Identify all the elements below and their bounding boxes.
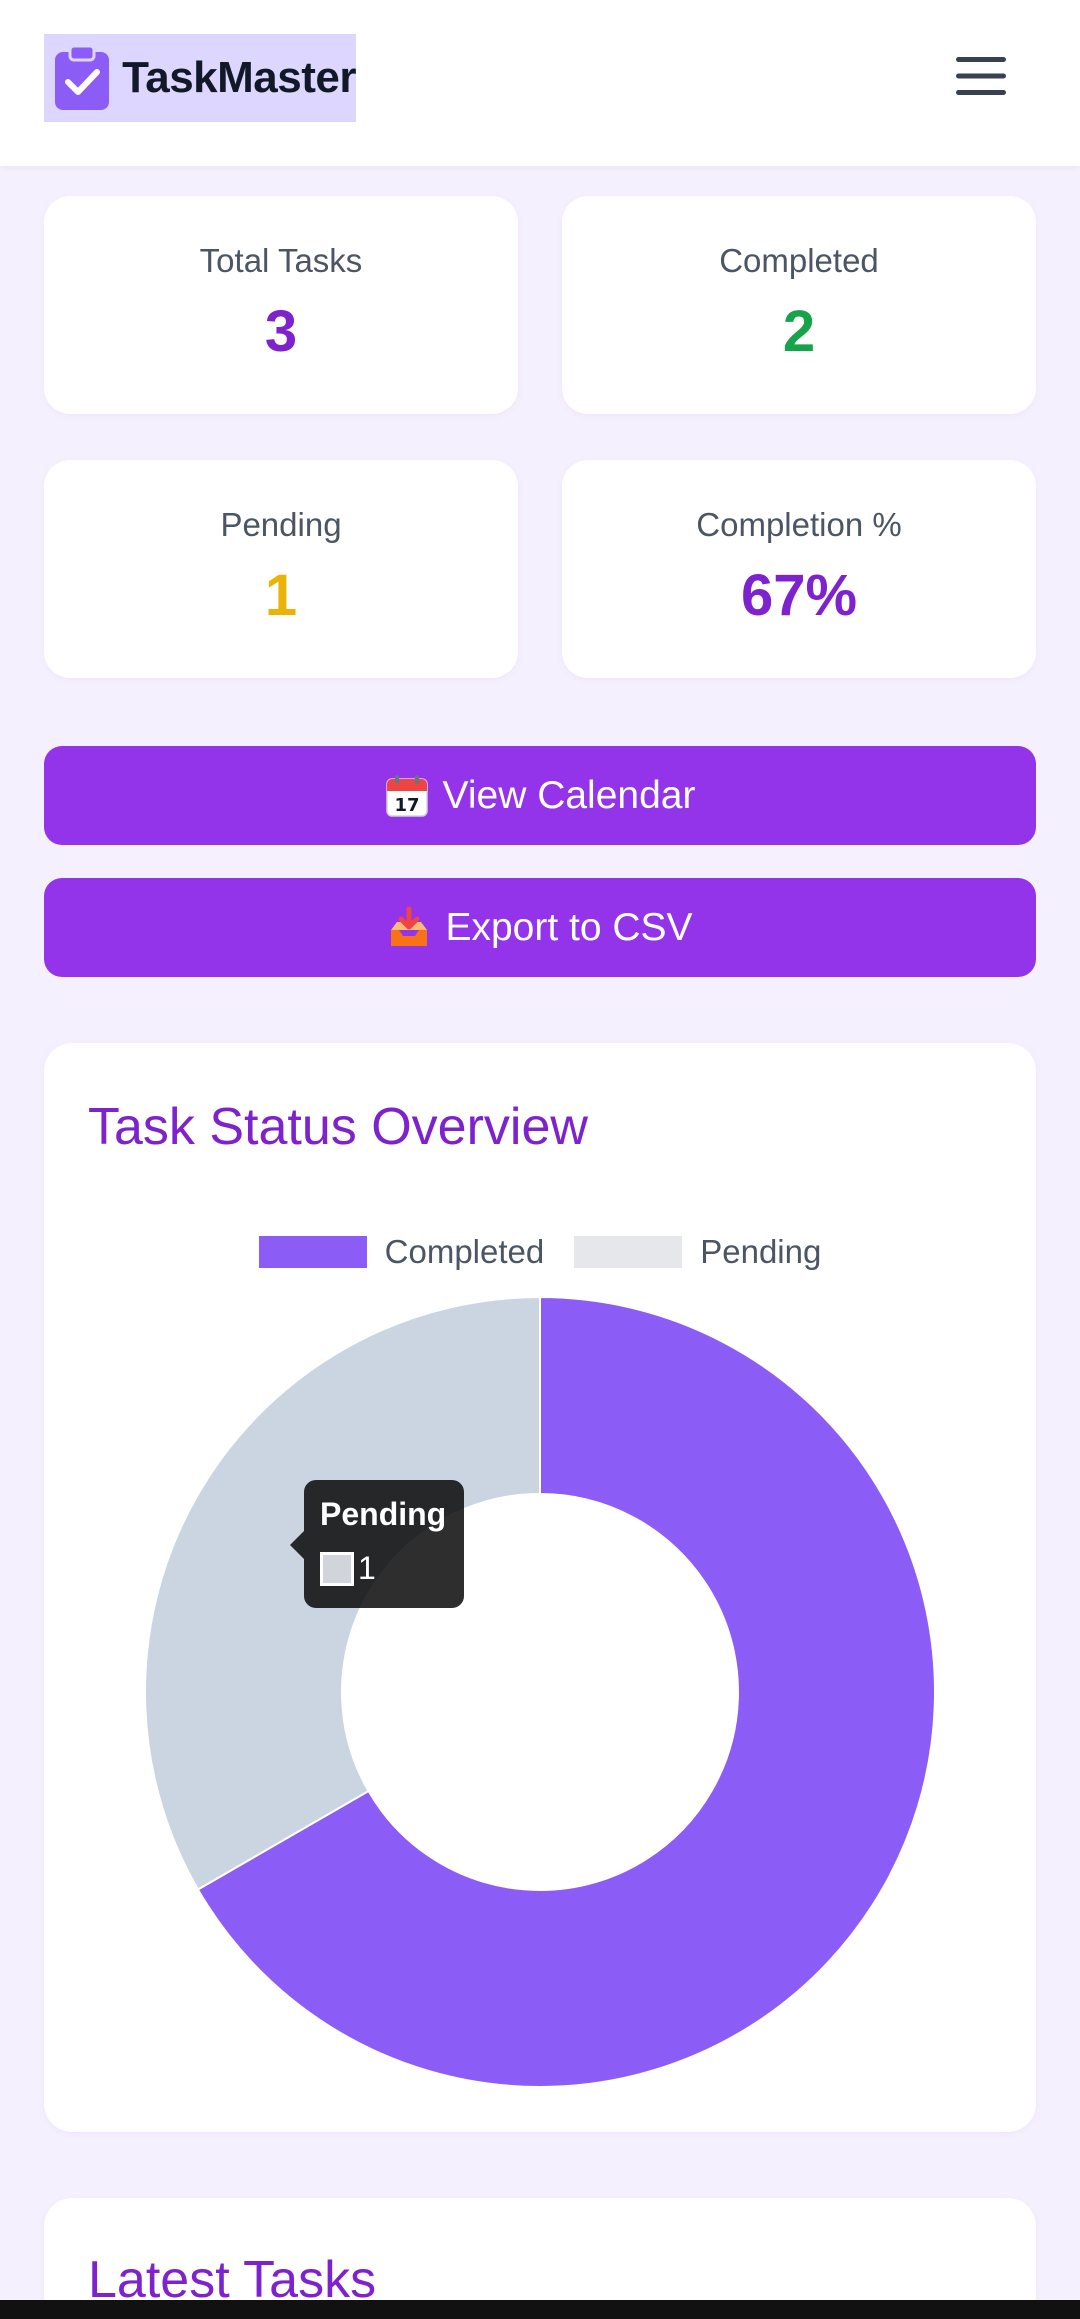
calendar-icon: 17 (385, 774, 429, 818)
chart-legend: Completed Pending (44, 1233, 1036, 1271)
system-navigation-bar (0, 2300, 1080, 2319)
view-calendar-label: View Calendar (442, 773, 696, 817)
clipboard-check-icon (52, 43, 112, 113)
stat-card-total: Total Tasks 3 (44, 196, 518, 414)
task-status-donut-chart (144, 1295, 936, 2088)
app-name: TaskMaster (122, 53, 356, 102)
stat-label: Completion % (696, 506, 902, 543)
legend-label: Completed (384, 1233, 545, 1270)
stat-label: Pending (220, 506, 342, 543)
legend-item-pending[interactable]: Pending (574, 1233, 821, 1271)
inbox-tray-icon (387, 906, 431, 950)
hamburger-menu-icon (954, 54, 1008, 103)
stat-label: Completed (719, 242, 879, 279)
legend-swatch (574, 1236, 683, 1268)
stat-card-pending: Pending 1 (44, 460, 518, 678)
tooltip-value: 1 (358, 1550, 376, 1586)
tooltip-title: Pending (320, 1496, 447, 1532)
brand-logo[interactable]: TaskMaster (44, 34, 356, 122)
stat-value: 2 (782, 299, 816, 364)
chart-tooltip: Pending 1 (290, 1480, 464, 1608)
export-csv-button[interactable]: Export to CSV (44, 878, 1036, 977)
app-header: TaskMaster (0, 0, 1080, 166)
stat-value: 1 (264, 563, 298, 628)
stat-card-completed: Completed 2 (562, 196, 1036, 414)
legend-swatch (258, 1236, 367, 1268)
tooltip-swatch (320, 1551, 354, 1586)
stat-label: Total Tasks (199, 242, 363, 279)
svg-text:17: 17 (394, 795, 419, 816)
legend-item-completed[interactable]: Completed (258, 1233, 545, 1271)
tooltip-arrow (290, 1531, 304, 1559)
view-calendar-button[interactable]: 17 View Calendar (44, 746, 1036, 845)
stat-value: 67% (740, 563, 858, 628)
menu-button[interactable] (944, 50, 1018, 106)
legend-label: Pending (700, 1233, 822, 1270)
overview-title: Task Status Overview (88, 1098, 588, 1156)
export-csv-label: Export to CSV (445, 905, 693, 949)
stat-card-completion: Completion % 67% (562, 460, 1036, 678)
stat-value: 3 (264, 299, 298, 364)
tooltip-row: 1 (320, 1550, 376, 1587)
